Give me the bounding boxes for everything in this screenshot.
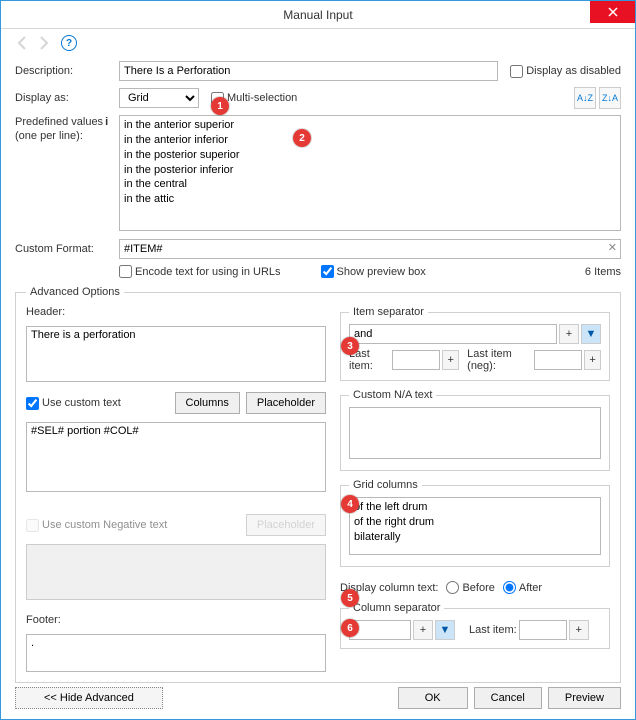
last-item-input[interactable] [392, 350, 440, 370]
grid-columns-textarea[interactable]: of the left drum of the right drum bilat… [349, 497, 601, 555]
custom-format-input[interactable] [119, 239, 621, 259]
help-icon[interactable]: ? [61, 35, 77, 51]
callout-3: 3 [341, 337, 359, 355]
advanced-options-fieldset: Advanced Options Header: There is a perf… [15, 286, 621, 683]
last-item-neg-add-icon[interactable]: + [584, 350, 601, 370]
last-item-add-icon[interactable]: + [442, 350, 459, 370]
callout-1: 1 [211, 97, 229, 115]
header-textarea[interactable]: There is a perforation [26, 326, 326, 382]
cancel-button[interactable]: Cancel [474, 687, 542, 709]
footer-label: Footer: [26, 614, 326, 626]
info-icon[interactable]: i [105, 116, 108, 128]
last-item-neg-input[interactable] [534, 350, 582, 370]
display-as-select[interactable]: Grid [119, 88, 199, 108]
custom-text-textarea[interactable]: #SEL# portion #COL# [26, 422, 326, 492]
hide-advanced-button[interactable]: << Hide Advanced [15, 687, 163, 709]
custom-na-textarea[interactable] [349, 407, 601, 459]
close-button[interactable] [590, 1, 635, 23]
before-radio[interactable]: Before [446, 581, 494, 594]
forward-arrow-icon[interactable] [35, 35, 51, 51]
encode-urls-checkbox[interactable]: Encode text for using in URLs [119, 265, 281, 278]
header-label: Header: [26, 306, 326, 318]
description-label: Description: [15, 65, 113, 77]
toolbar: ? [1, 29, 635, 57]
items-count: 6 Items [585, 266, 621, 278]
item-sep-dropdown-icon[interactable]: ▼ [581, 324, 601, 344]
predefined-label: Predefined valuesi (one per line): [15, 115, 113, 144]
ok-button[interactable]: OK [398, 687, 468, 709]
item-sep-input[interactable] [349, 324, 557, 344]
negative-text-textarea [26, 544, 326, 600]
display-as-label: Display as: [15, 92, 113, 104]
item-sep-legend: Item separator [349, 306, 428, 318]
custom-na-legend: Custom N/A text [349, 389, 436, 401]
custom-format-label: Custom Format: [15, 243, 113, 255]
callout-5: 5 [341, 589, 359, 607]
predefined-values-textarea[interactable]: in the anterior superior in the anterior… [119, 115, 621, 231]
back-arrow-icon[interactable] [15, 35, 31, 51]
titlebar: Manual Input [1, 1, 635, 29]
display-disabled-checkbox[interactable]: Display as disabled [510, 65, 621, 78]
placeholder-button[interactable]: Placeholder [246, 392, 326, 414]
callout-6: 6 [341, 619, 359, 637]
col-sep-add-icon[interactable]: + [413, 620, 433, 640]
callout-2: 2 [293, 129, 311, 147]
footer-textarea[interactable]: . [26, 634, 326, 672]
use-negative-text-checkbox[interactable]: Use custom Negative text [26, 519, 167, 532]
grid-cols-legend: Grid columns [349, 479, 422, 491]
window-title: Manual Input [283, 8, 352, 22]
after-radio[interactable]: After [503, 581, 542, 594]
column-separator-fieldset: Column separator + ▼ Last item: + [340, 602, 610, 649]
col-sep-legend: Column separator [349, 602, 444, 614]
custom-na-fieldset: Custom N/A text [340, 389, 610, 471]
preview-button[interactable]: Preview [548, 687, 621, 709]
col-sep-dropdown-icon[interactable]: ▼ [435, 620, 455, 640]
col-last-item-input[interactable] [519, 620, 567, 640]
col-last-item-add-icon[interactable]: + [569, 620, 589, 640]
description-input[interactable] [119, 61, 498, 81]
advanced-legend: Advanced Options [26, 286, 124, 298]
neg-placeholder-button: Placeholder [246, 514, 326, 536]
last-item-neg-label: Last item (neg): [467, 348, 530, 372]
sort-asc-button[interactable]: A↓Z [574, 87, 596, 109]
use-custom-text-checkbox[interactable]: Use custom text [26, 397, 121, 410]
show-preview-checkbox[interactable]: Show preview box [321, 265, 426, 278]
grid-columns-fieldset: Grid columns of the left drum of the rig… [340, 479, 610, 567]
callout-4: 4 [341, 495, 359, 513]
columns-button[interactable]: Columns [175, 392, 240, 414]
item-sep-add-icon[interactable]: + [559, 324, 579, 344]
col-last-item-label: Last item: [469, 624, 517, 636]
item-separator-fieldset: Item separator + ▼ Last item: + Last ite… [340, 306, 610, 381]
sort-desc-button[interactable]: Z↓A [599, 87, 621, 109]
clear-icon[interactable]: ✕ [608, 241, 617, 254]
